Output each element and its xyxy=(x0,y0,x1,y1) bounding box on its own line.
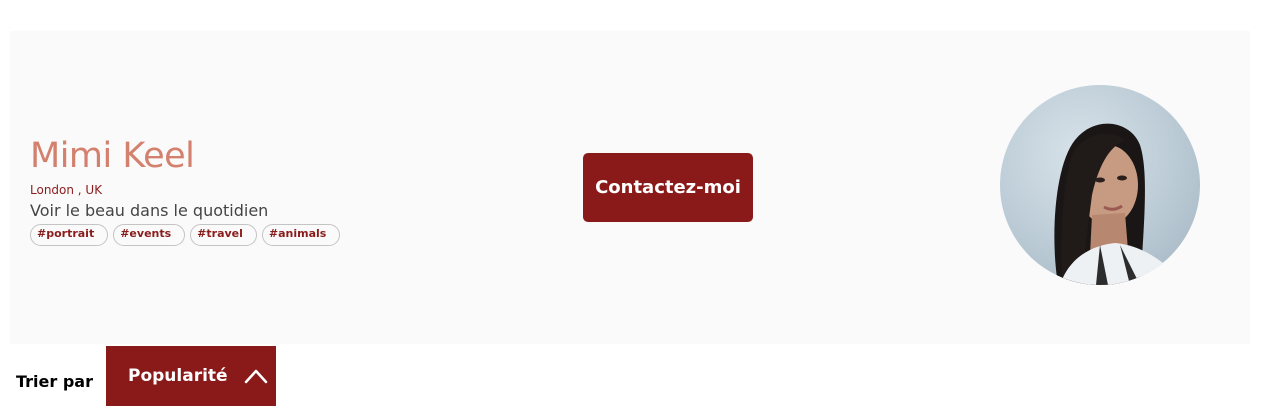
sort-selected-value: Popularité xyxy=(128,366,228,386)
sort-label: Trier par xyxy=(16,372,93,391)
contact-button[interactable]: Contactez-moi xyxy=(583,153,753,222)
tag-portrait[interactable]: #portrait xyxy=(30,224,109,246)
avatar-portrait-image xyxy=(1054,123,1185,285)
tag-animals[interactable]: #animals xyxy=(261,224,341,246)
tag-travel[interactable]: #travel xyxy=(190,224,257,246)
photographer-tagline: Voir le beau dans le quotidien xyxy=(30,201,269,220)
photographer-info: Mimi Keel London , UK Voir le beau dans … xyxy=(30,136,341,246)
tag-events[interactable]: #events xyxy=(113,224,186,246)
avatar xyxy=(1000,85,1200,285)
sort-dropdown[interactable]: Popularité xyxy=(106,346,276,406)
photographer-header: Mimi Keel London , UK Voir le beau dans … xyxy=(10,31,1250,344)
photographer-name: Mimi Keel xyxy=(30,136,195,176)
chevron-up-icon xyxy=(244,369,268,384)
photographer-location: London , UK xyxy=(30,183,103,197)
tag-list: #portrait #events #travel #animals xyxy=(30,224,341,246)
